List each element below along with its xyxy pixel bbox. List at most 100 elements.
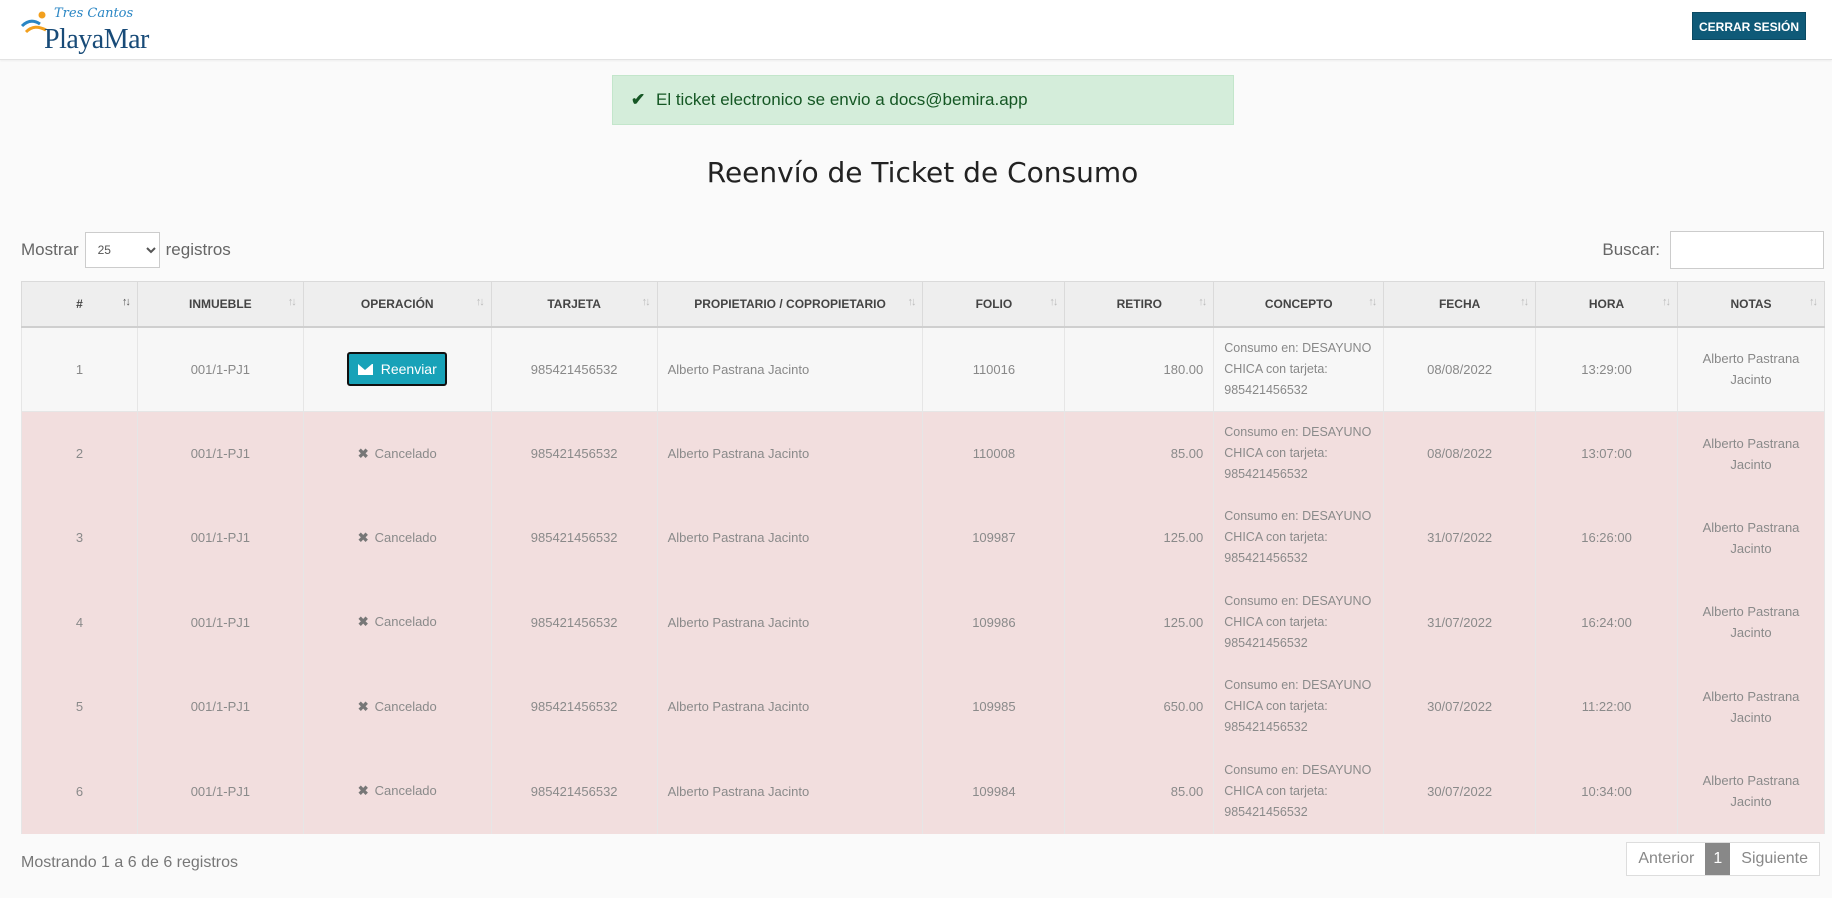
cell-retiro: 125.00 [1064,580,1215,665]
x-icon: ✖ [357,783,369,799]
notes-line: Alberto Pastrana [1702,519,1800,535]
resend-button[interactable]: Reenviar [347,352,448,386]
logout-button[interactable]: CERRAR SESIÓN [1691,12,1806,40]
table-info: Mostrando 1 a 6 de 6 registros [21,854,239,871]
cell-concepto: Consumo en: DESAYUNO CHICA con tarjeta: 98… [1213,749,1385,834]
cell-propietario: Alberto Pastrana Jacinto [656,580,924,665]
cell-propietario: Alberto Pastrana Jacinto [656,664,924,749]
column-header[interactable]: OPERACIÓN ↑↓ [302,281,492,328]
cell-hora: 11:22:00 [1535,664,1678,749]
table-header-row: # ↑↓ INMUEBLE ↑↓ OPERACIÓN ↑↓ TARJETA ↑↓ PRO… [21,281,1825,328]
column-header[interactable]: NOTAS ↑↓ [1677,281,1825,328]
column-header[interactable]: # ↑↓ [21,281,138,328]
concept-line: 985421456532 [1224,382,1308,397]
sort-icon: ↑↓ [1198,296,1207,308]
brand-logo[interactable]: Tres Cantos PlayaMar [18,4,188,55]
concept-line: CHICA con tarjeta: [1224,783,1328,798]
cell-retiro: 125.00 [1064,495,1215,580]
cell-fecha: 31/07/2022 [1383,580,1537,665]
sort-asc-icon: ↑↓ [121,296,131,308]
cell-propietario: Alberto Pastrana Jacinto [656,749,924,834]
cell-tarjeta: 985421456532 [490,749,658,834]
concept-line: Consumo en: DESAYUNO [1224,762,1372,777]
cell-notas: Alberto Pastrana Jacinto [1677,495,1825,580]
column-label: HORA [1588,296,1625,311]
column-label: FECHA [1438,296,1481,311]
column-label: CONCEPTO [1264,296,1333,311]
concept-line: CHICA con tarjeta: [1224,446,1328,460]
sort-icon: ↑↓ [1049,296,1058,308]
sort-icon: ↑↓ [475,296,485,308]
column-header[interactable]: CONCEPTO ↑↓ [1213,281,1385,328]
concept-line: CHICA con tarjeta: [1224,614,1328,629]
cell-concepto: Consumo en: DESAYUNO CHICA con tarjeta: 98… [1213,411,1385,496]
x-icon: ✖ [357,698,369,714]
cell-tarjeta: 985421456532 [490,664,658,749]
cell-num: 3 [21,495,138,580]
column-header[interactable]: INMUEBLE ↑↓ [136,281,304,328]
cell-num: 6 [21,749,138,834]
cell-tarjeta: 985421456532 [490,580,658,665]
success-alert: ✔ El ticket electronico se envio a docs@… [612,75,1234,125]
sort-icon: ↑↓ [1809,296,1818,308]
brand-name: PlayaMar [44,24,149,55]
x-icon: ✖ [357,614,369,630]
sort-icon: ↑↓ [641,296,651,308]
alert-message: El ticket electronico se envio a docs@be… [655,90,1028,109]
table-row: 4 001/1-PJ1 ✖ Cancelado 985421456532 Albe… [21,580,1825,665]
table-row: 6 001/1-PJ1 ✖ Cancelado 985421456532 Albe… [21,749,1825,834]
column-header[interactable]: HORA ↑↓ [1535,281,1678,328]
cell-hora: 10:34:00 [1535,749,1678,834]
cell-concepto: Consumo en: DESAYUNO CHICA con tarjeta: 98… [1213,326,1385,412]
concept-line: Consumo en: DESAYUNO [1224,340,1372,355]
page-title: Reenvío de Ticket de Consumo [706,156,1139,189]
cell-hora: 13:07:00 [1535,411,1678,496]
cell-num: 1 [21,326,138,412]
column-label: # [76,296,83,311]
column-header[interactable]: PROPIETARIO / COPROPIETARIO ↑↓ [656,281,924,328]
status-text: Cancelado [374,614,437,630]
notes-line: Jacinto [1730,625,1772,641]
status-text: Cancelado [374,698,437,714]
notes-line: Alberto Pastrana [1702,435,1800,451]
column-header[interactable]: TARJETA ↑↓ [490,281,658,328]
next-page-button[interactable]: Siguiente [1730,843,1819,875]
cell-inmueble: 001/1-PJ1 [136,411,304,496]
previous-page-button[interactable]: Anterior [1627,843,1705,875]
resend-label: Reenviar [380,361,437,377]
notes-line: Alberto Pastrana [1702,604,1800,620]
sort-icon: ↑↓ [1662,296,1671,308]
cell-propietario: Alberto Pastrana Jacinto [656,411,924,496]
cell-retiro: 650.00 [1064,664,1215,749]
pagination: Anterior 1 Siguiente [1626,842,1820,876]
cell-notas: Alberto Pastrana Jacinto [1677,326,1825,412]
column-header[interactable]: RETIRO ↑↓ [1064,281,1215,328]
column-label: FOLIO [975,296,1013,311]
concept-line: Consumo en: DESAYUNO [1224,678,1372,693]
cell-operacion: ✖ Cancelado [302,664,492,749]
cell-folio: 109985 [922,664,1066,749]
concept-line: 985421456532 [1224,804,1308,819]
column-header[interactable]: FECHA ↑↓ [1383,281,1537,328]
table-row: 1 001/1-PJ1 Reenviar 985421456532 Albert… [21,326,1825,412]
cell-propietario: Alberto Pastrana Jacinto [656,495,924,580]
page-length-control: Mostrar 25 registros [21,232,231,268]
cell-notas: Alberto Pastrana Jacinto [1677,664,1825,749]
column-label: NOTAS [1730,296,1772,311]
cell-folio: 110016 [922,326,1066,412]
x-icon: ✖ [357,529,369,545]
search-input[interactable] [1670,231,1824,269]
notes-line: Jacinto [1730,372,1772,387]
records-label: registros [165,240,231,259]
cell-fecha: 30/07/2022 [1383,664,1537,749]
cell-propietario: Alberto Pastrana Jacinto [656,326,924,412]
concept-line: 985421456532 [1224,720,1308,735]
column-header[interactable]: FOLIO ↑↓ [922,281,1066,328]
cell-folio: 109984 [922,749,1066,834]
cell-concepto: Consumo en: DESAYUNO CHICA con tarjeta: 98… [1213,495,1385,580]
page-size-select[interactable]: 25 [84,232,160,268]
cell-num: 5 [21,664,138,749]
cell-hora: 13:29:00 [1535,326,1678,412]
page-1-button[interactable]: 1 [1705,843,1731,875]
cell-folio: 109987 [922,495,1066,580]
